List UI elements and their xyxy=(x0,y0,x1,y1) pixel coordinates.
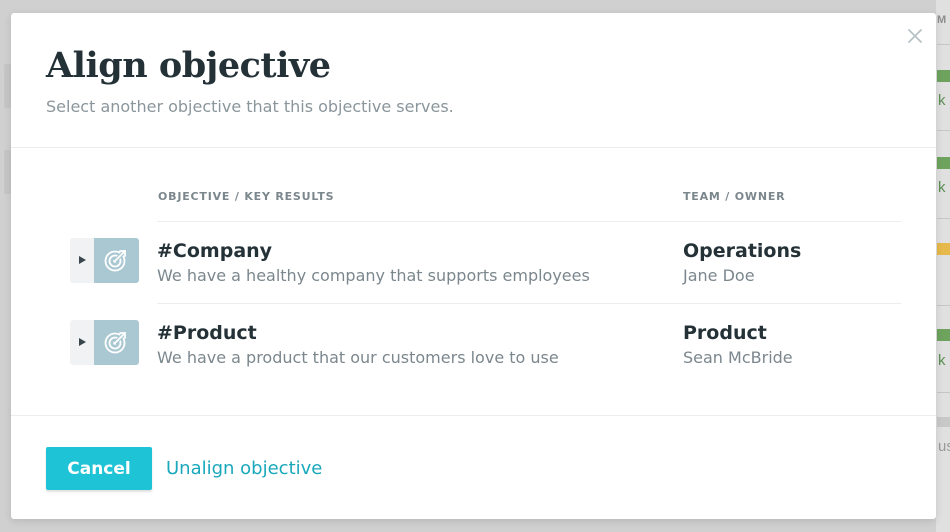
objective-icon xyxy=(94,320,139,365)
background-divider xyxy=(937,130,950,131)
owner-name: Jane Doe xyxy=(683,266,755,285)
background-row-text: k xyxy=(938,352,946,369)
objective-title: #Company xyxy=(157,240,273,262)
objective-title: #Product xyxy=(157,322,257,344)
modal-title: Align objective xyxy=(46,45,331,86)
unalign-objective-link[interactable]: Unalign objective xyxy=(166,458,322,479)
objective-icon xyxy=(94,238,139,283)
caret-right-icon xyxy=(79,256,86,264)
background-divider xyxy=(937,218,950,219)
cancel-button[interactable]: Cancel xyxy=(46,447,152,490)
background-divider xyxy=(937,44,950,45)
column-header-team: TEAM / OWNER xyxy=(683,190,786,203)
background-divider xyxy=(937,392,950,393)
modal-header: Align objective Select another objective… xyxy=(11,13,936,148)
modal-subtitle: Select another objective that this objec… xyxy=(46,97,454,116)
background-divider xyxy=(937,305,950,306)
caret-right-icon xyxy=(79,338,86,346)
expand-toggle-button[interactable] xyxy=(70,238,94,283)
background-progress-bar xyxy=(937,243,950,255)
background-column-header: M xyxy=(937,14,947,26)
objective-description: We have a healthy company that supports … xyxy=(157,266,590,285)
objective-row[interactable]: #Product We have a product that our cust… xyxy=(11,304,936,386)
background-progress-bar xyxy=(937,157,950,169)
background-row-text: k xyxy=(938,179,946,196)
align-objective-modal: Align objective Select another objective… xyxy=(11,13,936,519)
objective-row[interactable]: #Company We have a healthy company that … xyxy=(11,222,936,304)
background-row-text: k xyxy=(938,92,946,109)
background-progress-bar xyxy=(937,329,950,341)
background-row-text: us xyxy=(938,438,950,455)
background-progress-bar xyxy=(937,70,950,82)
target-icon xyxy=(104,331,127,354)
modal-footer: Cancel Unalign objective xyxy=(11,415,936,520)
team-name: Product xyxy=(683,322,767,344)
target-icon xyxy=(104,249,127,272)
team-name: Operations xyxy=(683,240,802,262)
owner-name: Sean McBride xyxy=(683,348,793,367)
column-header-objective: OBJECTIVE / KEY RESULTS xyxy=(158,190,335,203)
expand-toggle-button[interactable] xyxy=(70,320,94,365)
background-progress-bar xyxy=(937,417,950,427)
objective-description: We have a product that our customers lov… xyxy=(157,348,559,367)
